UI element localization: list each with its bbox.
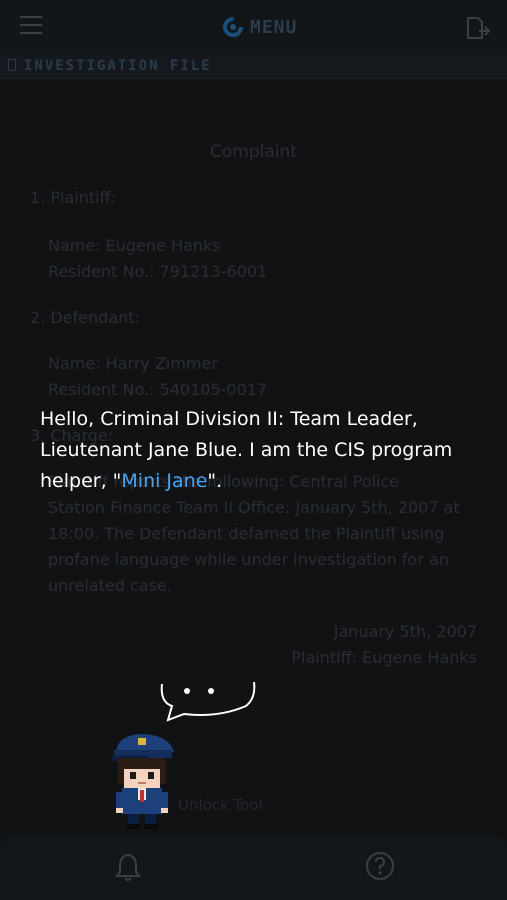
dialog-line: Hello, Criminal Division II: Team Leader…: [40, 408, 418, 430]
dialog-line: helper, "Mini Jane".: [40, 466, 480, 497]
investigation-file-bar: INVESTIGATION FILE: [0, 54, 507, 79]
hamburger-menu-icon[interactable]: [20, 16, 42, 34]
document-signature: Plaintiff: Eugene Hanks: [291, 648, 477, 667]
export-file-icon[interactable]: [465, 16, 491, 40]
menu-title[interactable]: MENU: [222, 16, 297, 38]
helper-dialog-text[interactable]: Hello, Criminal Division II: Team Leader…: [40, 404, 480, 497]
defendant-name: Name: Harry Zimmer: [48, 354, 218, 373]
plaintiff-name: Name: Eugene Hanks: [48, 236, 221, 255]
dialog-line: Lieutenant Jane Blue. I am the CIS progr…: [40, 439, 453, 461]
speech-bubble-icon: [160, 681, 256, 722]
document-date: January 5th, 2007: [333, 622, 477, 641]
defendant-resident-no: Resident No.: 540105-0017: [48, 380, 268, 399]
bell-icon[interactable]: [114, 852, 142, 882]
document-title: Complaint: [210, 142, 297, 162]
defendant-heading: 2. Defendant:: [30, 308, 140, 327]
charge-line: unrelated case.: [48, 576, 172, 595]
question-icon[interactable]: [364, 850, 396, 882]
plaintiff-heading: 1. Plaintiff:: [30, 188, 116, 207]
dialog-text: helper, ": [40, 470, 122, 492]
bottom-bar: [0, 834, 507, 900]
mini-jane-character[interactable]: [104, 730, 178, 830]
charge-line: 18:00. The Defendant defamed the Plainti…: [48, 524, 445, 543]
investigation-file-label: INVESTIGATION FILE: [24, 58, 212, 74]
dimmed-label: Unlock Tool: [178, 796, 263, 814]
charge-line: Station Finance Team II Office: January …: [48, 498, 460, 517]
dialog-text: ".: [207, 470, 223, 492]
charge-line: profane language while under investigati…: [48, 550, 449, 569]
helper-name-highlight: Mini Jane: [121, 470, 208, 492]
circular-logo-icon: [223, 17, 243, 37]
menu-label: MENU: [250, 16, 298, 38]
plaintiff-resident-no: Resident No.: 791213-6001: [48, 262, 268, 281]
top-bar: MENU: [0, 0, 507, 54]
file-icon: [8, 59, 16, 71]
